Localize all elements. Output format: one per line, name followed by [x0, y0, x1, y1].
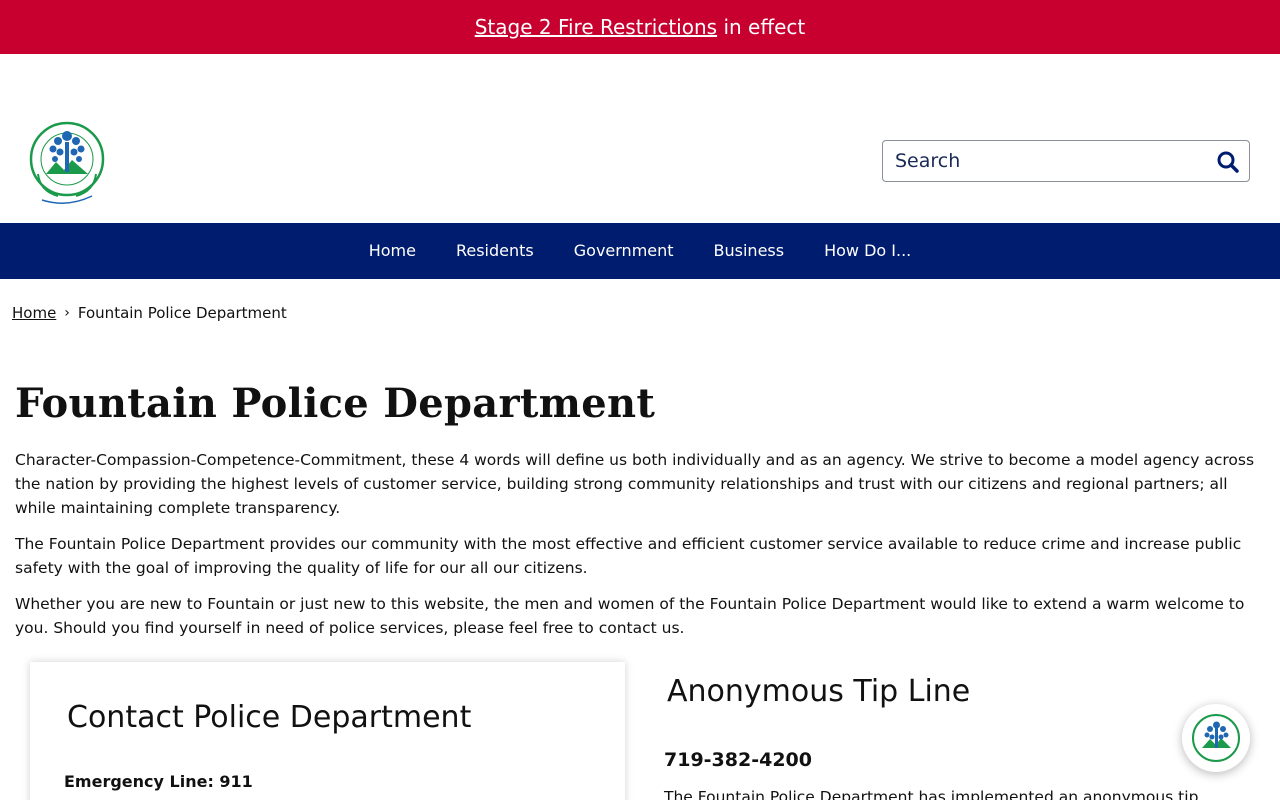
intro-paragraph: The Fountain Police Department provides …	[15, 535, 1242, 577]
contact-card-title: Contact Police Department	[67, 700, 472, 735]
search-input[interactable]	[883, 141, 1203, 181]
nav-item-how-do-i[interactable]: How Do I...	[804, 223, 931, 279]
tip-line-text: The Fountain Police Department has imple…	[664, 788, 1199, 800]
intro-paragraph: Whether you are new to Fountain or just …	[15, 595, 1245, 637]
search-icon	[1217, 151, 1239, 173]
breadcrumb-home-link[interactable]: Home	[12, 304, 56, 322]
city-logo[interactable]	[28, 116, 108, 208]
nav-item-business[interactable]: Business	[694, 223, 805, 279]
breadcrumb-separator-icon: ›	[64, 305, 70, 321]
fire-restrictions-link[interactable]: Stage 2 Fire Restrictions	[475, 15, 717, 39]
search-button[interactable]	[1215, 149, 1241, 175]
alert-banner: Stage 2 Fire Restrictions in effect	[0, 0, 1280, 54]
alert-suffix: in effect	[723, 15, 806, 39]
search-box	[882, 140, 1250, 182]
intro-paragraph: Character-Compassion-Competence-Commitme…	[15, 451, 1255, 517]
intro-text: Character-Compassion-Competence-Commitme…	[15, 448, 1270, 652]
tip-line-title: Anonymous Tip Line	[667, 674, 971, 709]
breadcrumb: Home › Fountain Police Department	[12, 304, 287, 322]
city-of-fountain-logo-icon	[29, 121, 105, 204]
nav-item-residents[interactable]: Residents	[436, 223, 554, 279]
chat-widget-button[interactable]	[1182, 704, 1250, 772]
emergency-line: Emergency Line: 911	[64, 772, 253, 791]
nav-item-government[interactable]: Government	[554, 223, 694, 279]
breadcrumb-current: Fountain Police Department	[77, 304, 287, 322]
nav-item-home[interactable]: Home	[349, 223, 436, 279]
main-nav: Home Residents Government Business How D…	[0, 223, 1280, 279]
tip-line-phone[interactable]: 719-382-4200	[664, 749, 812, 771]
page-title: Fountain Police Department	[15, 380, 656, 427]
chat-logo-icon	[1192, 714, 1240, 762]
contact-card: Contact Police Department Emergency Line…	[30, 662, 625, 800]
